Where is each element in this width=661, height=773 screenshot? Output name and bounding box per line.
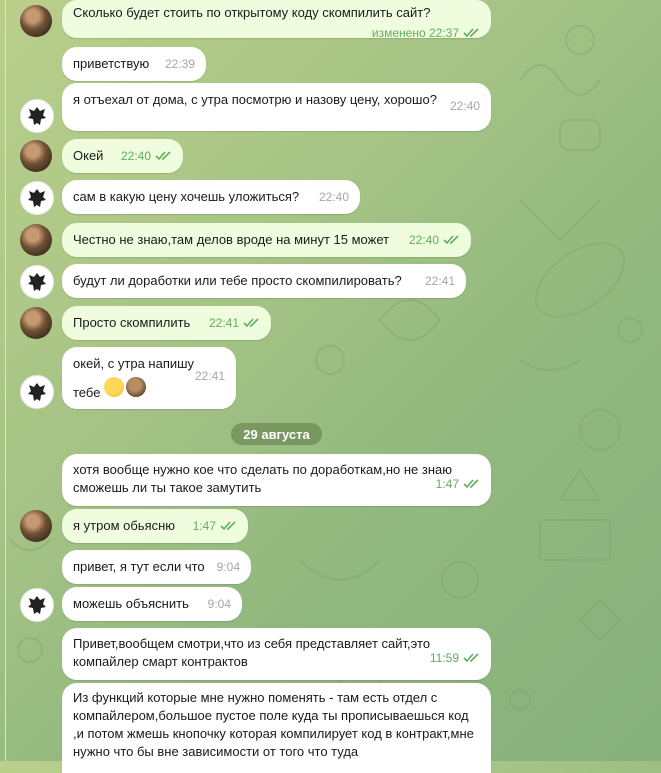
sender-avatar[interactable] bbox=[20, 224, 52, 256]
message-time: 1:47 bbox=[192, 519, 216, 533]
message-time: 22:40 bbox=[449, 99, 480, 113]
sender-avatar[interactable] bbox=[20, 5, 52, 37]
message-bubble[interactable]: сам в какую цену хочешь уложиться? 22:40 bbox=[62, 180, 360, 214]
read-double-check-icon bbox=[463, 479, 479, 489]
message-meta: 22:40 bbox=[450, 99, 480, 113]
message-text: приветствую bbox=[73, 56, 150, 71]
message-text: будут ли доработки или тебе просто скомп… bbox=[73, 273, 402, 288]
message-time: 22:40 bbox=[318, 190, 349, 204]
message-meta: 9:04 bbox=[208, 597, 231, 611]
message-bubble[interactable]: Честно не знаю,там делов вроде на минут … bbox=[62, 223, 471, 257]
message-time: 9:04 bbox=[207, 597, 231, 611]
message-time: изменено 22:37 bbox=[371, 26, 459, 40]
message-meta: 22:41 bbox=[195, 369, 225, 383]
message-meta: 22:39 bbox=[165, 57, 195, 71]
sender-avatar[interactable] bbox=[20, 181, 54, 215]
message-time: 22:40 bbox=[408, 233, 439, 247]
message-text: Честно не знаю,там делов вроде на минут … bbox=[73, 232, 390, 247]
message-text: привет, я тут если что bbox=[73, 559, 205, 574]
sender-avatar[interactable] bbox=[20, 99, 54, 133]
message-bubble[interactable]: Из функций которые мне нужно поменять - … bbox=[62, 683, 491, 773]
message-time: 9:04 bbox=[216, 560, 240, 574]
sender-avatar[interactable] bbox=[20, 588, 54, 622]
eagle-crest-icon bbox=[28, 107, 46, 125]
message-text: сам в какую цену хочешь уложиться? bbox=[73, 189, 300, 204]
message-bubble[interactable]: привет, я тут если что 9:04 bbox=[62, 550, 251, 584]
message-text: Из функций которые мне нужно поменять - … bbox=[73, 690, 474, 759]
message-bubble[interactable]: приветствую 22:39 bbox=[62, 47, 206, 81]
message-text: Сколько будет стоить по открытому коду с… bbox=[73, 5, 431, 20]
read-double-check-icon bbox=[463, 28, 479, 38]
message-time: 22:40 bbox=[120, 149, 151, 163]
sender-avatar[interactable] bbox=[20, 375, 54, 409]
message-bubble[interactable]: хотя вообще нужно кое что сделать по дор… bbox=[62, 454, 491, 506]
message-time: 22:39 bbox=[164, 57, 195, 71]
eagle-crest-icon bbox=[28, 383, 46, 401]
message-text: Окей bbox=[73, 148, 104, 163]
message-meta: 1:47 bbox=[193, 519, 237, 533]
message-time: 22:41 bbox=[194, 369, 225, 383]
read-double-check-icon bbox=[220, 521, 236, 531]
message-meta: 1:47 bbox=[436, 477, 480, 491]
window-border bbox=[5, 0, 6, 761]
thumbs-up-reaction-icon[interactable] bbox=[104, 377, 125, 397]
sender-avatar[interactable] bbox=[20, 307, 52, 339]
message-text: хотя вообще нужно кое что сделать по дор… bbox=[73, 462, 452, 495]
sender-avatar[interactable] bbox=[20, 140, 52, 172]
message-text: я утром обьясню bbox=[73, 518, 176, 533]
eagle-crest-icon bbox=[28, 596, 46, 614]
message-bubble[interactable]: можешь объяснить 9:04 bbox=[62, 587, 242, 621]
message-time: 11:59 bbox=[429, 651, 459, 665]
sender-avatar[interactable] bbox=[20, 265, 54, 299]
message-meta: изменено 22:37 bbox=[372, 26, 480, 40]
date-separator: 29 августа bbox=[231, 423, 322, 445]
message-text: Просто скомпилить bbox=[73, 315, 191, 330]
message-bubble[interactable]: я утром обьясню 1:47 bbox=[62, 509, 248, 543]
read-double-check-icon bbox=[463, 653, 479, 663]
message-time: 22:41 bbox=[208, 316, 239, 330]
message-time: 22:41 bbox=[424, 274, 455, 288]
message-time: 1:47 bbox=[435, 477, 459, 491]
message-bubble[interactable]: Привет,вообщем смотри,что из себя предст… bbox=[62, 628, 491, 680]
read-double-check-icon bbox=[243, 318, 259, 328]
message-bubble[interactable]: окей, с утра напишу тебе 22:41 bbox=[62, 347, 236, 409]
message-meta: 22:40 bbox=[409, 233, 460, 247]
message-meta: 22:40 bbox=[319, 190, 349, 204]
message-text: Привет,вообщем смотри,что из себя предст… bbox=[73, 636, 431, 669]
message-bubble[interactable]: Просто скомпилить 22:41 bbox=[62, 306, 271, 340]
message-meta: 22:41 bbox=[209, 316, 260, 330]
message-text: я отъехал от дома, с утра посмотрю и наз… bbox=[73, 92, 437, 107]
message-bubble[interactable]: я отъехал от дома, с утра посмотрю и наз… bbox=[62, 83, 491, 131]
message-meta: 22:40 bbox=[121, 149, 172, 163]
read-double-check-icon bbox=[155, 151, 171, 161]
message-text: можешь объяснить bbox=[73, 596, 189, 611]
message-bubble[interactable]: Сколько будет стоить по открытому коду с… bbox=[62, 0, 491, 40]
message-bubble[interactable]: Окей 22:40 bbox=[62, 139, 183, 173]
message-reactions[interactable] bbox=[104, 377, 147, 397]
read-double-check-icon bbox=[443, 235, 459, 245]
sender-avatar[interactable] bbox=[20, 510, 52, 542]
message-meta: 22:41 bbox=[425, 274, 455, 288]
eagle-crest-icon bbox=[28, 189, 46, 207]
message-meta: 11:59 bbox=[430, 651, 480, 665]
message-meta: 9:04 bbox=[217, 560, 240, 574]
reactor-avatar-icon bbox=[126, 377, 147, 397]
eagle-crest-icon bbox=[28, 273, 46, 291]
message-bubble[interactable]: будут ли доработки или тебе просто скомп… bbox=[62, 264, 466, 298]
